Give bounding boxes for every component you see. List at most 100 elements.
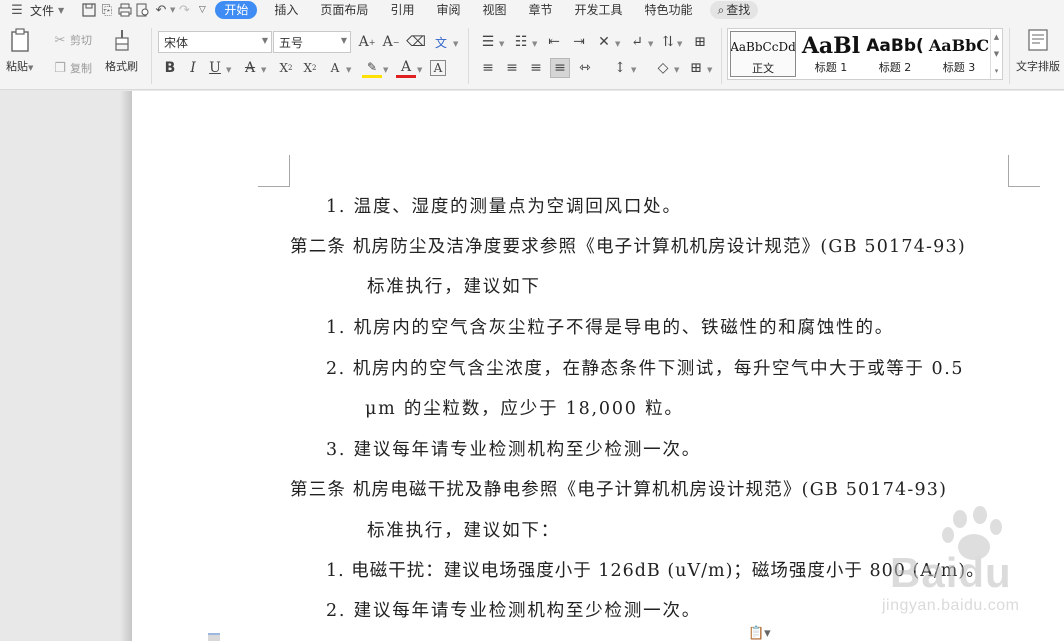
- copy-label: 复制: [70, 62, 92, 75]
- chevron-down-icon: ▼: [58, 5, 65, 15]
- font-size-select[interactable]: 五号 ▼: [273, 31, 351, 53]
- doc-line[interactable]: 2. 机房内的空气含尘浓度，在静态条件下测试，每升空气中大于或等于 0.5: [326, 355, 964, 380]
- tab-view[interactable]: 视图: [471, 0, 517, 20]
- chevron-down-icon[interactable]: ▼: [674, 66, 679, 74]
- chinese-layout-icon[interactable]: ✕: [594, 32, 614, 52]
- chevron-down-icon[interactable]: ▼: [615, 40, 620, 48]
- tab-home[interactable]: 开始: [215, 1, 258, 19]
- cut-button[interactable]: ✂ 剪切: [52, 32, 92, 48]
- tab-section[interactable]: 章节: [517, 0, 563, 20]
- tab-references[interactable]: 引用: [379, 0, 425, 20]
- chevron-down-icon[interactable]: ▼: [631, 66, 636, 74]
- tab-developer[interactable]: 开发工具: [564, 0, 634, 20]
- ribbon-toolbar: 粘贴▼ ✂ 剪切 ❐ 复制 格式刷 宋体 ▼ 五号 ▼ A + A − ⌫ 文 ▼ …: [0, 20, 1064, 90]
- style-heading-3[interactable]: AaBbC 标题 3: [926, 31, 992, 77]
- subscript-icon[interactable]: X2: [300, 58, 320, 78]
- borders-icon[interactable]: ⊞: [686, 58, 706, 78]
- style-label: 标题 2: [878, 61, 912, 74]
- doc-line[interactable]: 第三条 机房电磁干扰及静电参照《电子计算机机房设计规范》(GB 50174-93…: [290, 476, 947, 501]
- style-normal[interactable]: AaBbCcDd 正文: [730, 31, 796, 77]
- chevron-down-icon[interactable]: ▼: [261, 66, 266, 74]
- tab-special-features[interactable]: 特色功能: [634, 0, 704, 20]
- line-spacing-icon[interactable]: ↕: [610, 58, 630, 78]
- divider: [1009, 28, 1010, 84]
- doc-line[interactable]: 1. 机房内的空气含灰尘粒子不得是导电的、铁磁性的和腐蚀性的。: [326, 314, 894, 339]
- clear-format-icon[interactable]: ⌫: [406, 32, 426, 52]
- paste-label: 粘贴: [6, 60, 28, 73]
- increase-indent-icon[interactable]: ⇥: [569, 32, 589, 52]
- text-effect-icon[interactable]: A: [325, 58, 345, 78]
- paintbrush-icon: [109, 26, 135, 54]
- chevron-down-icon[interactable]: ▼: [417, 66, 422, 74]
- chevron-down-icon[interactable]: ▼: [383, 66, 388, 74]
- style-heading-1[interactable]: AaBl 标题 1: [798, 31, 864, 77]
- tab-page-layout[interactable]: 页面布局: [309, 0, 379, 20]
- chevron-down-icon[interactable]: ▼: [532, 40, 537, 48]
- sort-icon[interactable]: ⇅: [658, 32, 678, 52]
- undo-icon[interactable]: ↶: [152, 1, 170, 19]
- align-left-icon[interactable]: ≡: [478, 58, 498, 78]
- underline-icon[interactable]: U: [205, 58, 225, 78]
- expand-styles-icon[interactable]: ▾: [995, 67, 999, 75]
- chevron-down-icon[interactable]: ▼: [453, 40, 458, 48]
- shading-icon[interactable]: ◇: [653, 58, 673, 78]
- distributed-align-icon[interactable]: ⇿: [575, 58, 595, 78]
- bold-icon[interactable]: B: [160, 58, 180, 78]
- doc-line[interactable]: 1. 电磁干扰：建议电场强度小于 126dB (uV/m)；磁场强度小于 800…: [326, 557, 985, 582]
- file-menu[interactable]: ☰ 文件 ▼: [8, 1, 80, 19]
- decrease-font-size-icon[interactable]: A −: [381, 32, 401, 52]
- table-grid-icon[interactable]: ⊞: [690, 32, 710, 52]
- superscript-icon[interactable]: X2: [276, 58, 296, 78]
- chevron-down-icon[interactable]: ▼: [346, 66, 351, 74]
- format-painter-button[interactable]: 格式刷: [105, 26, 138, 74]
- align-right-icon[interactable]: ≡: [526, 58, 546, 78]
- hamburger-icon: ☰: [11, 2, 23, 18]
- numbered-list-icon[interactable]: ☷: [511, 32, 531, 52]
- italic-icon[interactable]: I: [183, 58, 203, 78]
- copy-button[interactable]: ❐ 复制: [52, 60, 92, 76]
- print-preview-icon[interactable]: [134, 1, 152, 19]
- text-layout-button[interactable]: 文字排版: [1016, 26, 1060, 74]
- style-heading-2[interactable]: AaBb( 标题 2: [862, 31, 928, 77]
- tab-insert[interactable]: 插入: [263, 0, 309, 20]
- paste-options-icon[interactable]: 📋▾: [748, 626, 771, 641]
- chevron-down-icon[interactable]: ▼: [677, 40, 682, 48]
- paste-button[interactable]: 粘贴▼: [6, 26, 33, 74]
- justify-icon[interactable]: ≡: [550, 58, 570, 78]
- increase-font-size-icon[interactable]: A +: [357, 32, 377, 52]
- chevron-down-icon[interactable]: ▼: [707, 66, 712, 74]
- scroll-down-icon[interactable]: ▼: [994, 50, 999, 58]
- document-page[interactable]: 1. 温度、湿度的测量点为空调回风口处。 第二条 机房防尘及洁净度要求参照《电子…: [132, 91, 1064, 641]
- divider: [721, 28, 722, 84]
- doc-line[interactable]: 1. 温度、湿度的测量点为空调回风口处。: [326, 193, 682, 218]
- decrease-indent-icon[interactable]: ⇤: [544, 32, 564, 52]
- font-name-select[interactable]: 宋体 ▼: [158, 31, 272, 53]
- tab-review[interactable]: 审阅: [425, 0, 471, 20]
- strikethrough-icon[interactable]: A: [240, 58, 260, 78]
- doc-line[interactable]: 2. 建议每年请专业检测机构至少检测一次。: [326, 597, 701, 622]
- chevron-down-icon[interactable]: ▼: [226, 66, 231, 74]
- save-icon[interactable]: [80, 1, 98, 19]
- chevron-down-icon[interactable]: ▼: [499, 40, 504, 48]
- bullet-list-icon[interactable]: ☰: [478, 32, 498, 52]
- phonetic-guide-icon[interactable]: 文: [431, 32, 451, 52]
- font-color-icon[interactable]: A: [396, 58, 416, 78]
- chevron-down-icon[interactable]: ▼: [648, 40, 653, 48]
- doc-line[interactable]: 第二条 机房防尘及洁净度要求参照《电子计算机机房设计规范》(GB 50174-9…: [290, 233, 966, 258]
- print-icon[interactable]: [116, 1, 134, 19]
- character-border-icon[interactable]: A: [430, 60, 446, 76]
- doc-line[interactable]: 标准执行，建议如下：: [367, 517, 560, 542]
- scroll-up-icon[interactable]: ▲: [994, 33, 999, 41]
- show-hide-marks-icon[interactable]: ↵: [627, 32, 647, 52]
- chevron-down-icon: ▼: [261, 36, 268, 45]
- customize-toolbar-icon[interactable]: ▽: [193, 1, 211, 19]
- redo-icon[interactable]: ↷: [175, 1, 193, 19]
- search-button[interactable]: ⌕ 查找: [709, 1, 759, 19]
- doc-line[interactable]: μm 的尘粒数，应少于 18,000 粒。: [365, 395, 684, 420]
- align-center-icon[interactable]: ≡: [502, 58, 522, 78]
- doc-line[interactable]: 3. 建议每年请专业检测机构至少检测一次。: [326, 436, 701, 461]
- export-pdf-icon[interactable]: ⎘: [98, 1, 116, 19]
- styles-scrollbar[interactable]: ▲ ▼ ▾: [990, 29, 1002, 79]
- doc-line[interactable]: 标准执行，建议如下: [367, 273, 541, 298]
- highlight-icon[interactable]: ✎: [362, 58, 382, 78]
